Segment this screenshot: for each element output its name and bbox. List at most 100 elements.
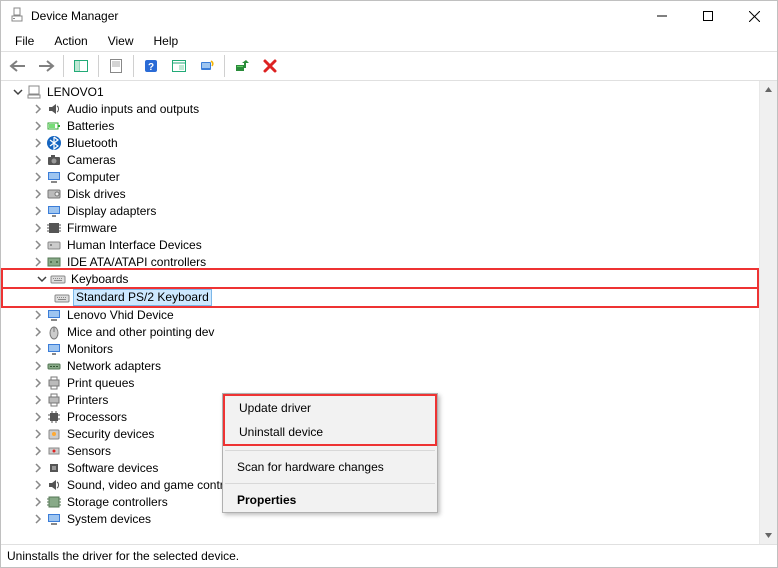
expand-icon[interactable] [31, 238, 45, 252]
toolbar: ? [1, 51, 777, 81]
tree-item-label: Bluetooth [65, 136, 120, 150]
tree-item[interactable]: Batteries [31, 117, 759, 134]
tree-root[interactable]: LENOVO1 [11, 83, 759, 100]
device-category-icon [46, 220, 62, 236]
device-category-icon [46, 135, 62, 151]
update-driver-icon[interactable] [229, 55, 255, 77]
expand-icon[interactable] [31, 102, 45, 116]
tree-item[interactable]: Audio inputs and outputs [31, 100, 759, 117]
menu-help[interactable]: Help [146, 32, 187, 50]
vertical-scrollbar[interactable] [759, 81, 777, 544]
tree-item-label: Sensors [65, 444, 113, 458]
tree-item[interactable]: Cameras [31, 151, 759, 168]
ctx-scan-hardware[interactable]: Scan for hardware changes [223, 455, 437, 479]
tree-item[interactable]: Display adapters [31, 202, 759, 219]
device-category-icon [46, 324, 62, 340]
expand-icon[interactable] [31, 495, 45, 509]
tree-item[interactable]: Bluetooth [31, 134, 759, 151]
tree-item[interactable]: Firmware [31, 219, 759, 236]
expand-icon[interactable] [31, 444, 45, 458]
ctx-update-driver[interactable]: Update driver [225, 396, 435, 420]
device-category-icon [46, 460, 62, 476]
expand-icon[interactable] [31, 308, 45, 322]
close-button[interactable] [731, 1, 777, 31]
expand-icon[interactable] [31, 187, 45, 201]
tree-item[interactable]: Computer [31, 168, 759, 185]
device-category-icon [46, 477, 62, 493]
tree-item-label: Standard PS/2 Keyboard [73, 289, 212, 306]
show-hide-tree-icon[interactable] [68, 55, 94, 77]
tree-item-child[interactable]: Standard PS/2 Keyboard [53, 289, 755, 306]
tree-item-label: Monitors [65, 342, 115, 356]
menu-file[interactable]: File [7, 32, 42, 50]
uninstall-device-icon[interactable] [257, 55, 283, 77]
tree-item[interactable]: Mice and other pointing dev [31, 323, 759, 340]
content-area: LENOVO1 Audio inputs and outputs Batterie… [1, 81, 777, 545]
device-category-icon [46, 409, 62, 425]
expand-icon[interactable] [31, 461, 45, 475]
expand-icon[interactable] [31, 376, 45, 390]
scroll-up-icon[interactable] [760, 81, 777, 98]
tree-item-label: System devices [65, 512, 153, 526]
toolbar-separator [63, 55, 64, 77]
device-category-icon [46, 254, 62, 270]
tree-item[interactable]: Human Interface Devices [31, 236, 759, 253]
tree-item-label: Computer [65, 170, 122, 184]
device-category-icon [46, 307, 62, 323]
minimize-button[interactable] [639, 1, 685, 31]
expand-icon[interactable] [31, 359, 45, 373]
device-category-icon [46, 392, 62, 408]
device-category-icon [46, 375, 62, 391]
tree-item-label: Batteries [65, 119, 116, 133]
action-icon[interactable] [166, 55, 192, 77]
properties-icon[interactable] [103, 55, 129, 77]
device-category-icon [46, 426, 62, 442]
expand-icon[interactable] [31, 136, 45, 150]
app-icon [9, 7, 25, 26]
window-title: Device Manager [31, 9, 118, 23]
device-category-icon [46, 494, 62, 510]
ctx-separator [225, 450, 435, 451]
help-icon[interactable]: ? [138, 55, 164, 77]
tree-item[interactable]: Keyboards [35, 270, 755, 287]
expand-icon[interactable] [31, 512, 45, 526]
tree-item[interactable]: Disk drives [31, 185, 759, 202]
tree-item[interactable]: Print queues [31, 374, 759, 391]
status-bar: Uninstalls the driver for the selected d… [1, 545, 777, 567]
expand-icon[interactable] [31, 342, 45, 356]
maximize-button[interactable] [685, 1, 731, 31]
expand-icon[interactable] [31, 204, 45, 218]
tree-item-label: Display adapters [65, 204, 158, 218]
expand-icon[interactable] [31, 119, 45, 133]
expand-icon[interactable] [31, 393, 45, 407]
keyboard-icon [54, 290, 70, 306]
expand-icon[interactable] [31, 410, 45, 424]
expand-icon[interactable] [31, 221, 45, 235]
toolbar-separator [224, 55, 225, 77]
scroll-down-icon[interactable] [760, 527, 777, 544]
expand-icon[interactable] [31, 325, 45, 339]
tree-item[interactable]: Network adapters [31, 357, 759, 374]
expand-icon[interactable] [31, 153, 45, 167]
expand-icon[interactable] [31, 170, 45, 184]
tree-item[interactable]: Monitors [31, 340, 759, 357]
ctx-properties[interactable]: Properties [223, 488, 437, 512]
status-text: Uninstalls the driver for the selected d… [7, 549, 239, 563]
tree-item[interactable]: Lenovo Vhid Device [31, 306, 759, 323]
back-button[interactable] [5, 55, 31, 77]
expand-icon[interactable] [31, 427, 45, 441]
collapse-icon[interactable] [35, 272, 49, 286]
menu-action[interactable]: Action [46, 32, 95, 50]
toolbar-separator [98, 55, 99, 77]
title-bar: Device Manager [1, 1, 777, 31]
collapse-icon[interactable] [11, 85, 25, 99]
expand-icon[interactable] [31, 255, 45, 269]
svg-text:?: ? [148, 62, 154, 73]
menu-bar: File Action View Help [1, 31, 777, 51]
device-category-icon [46, 341, 62, 357]
forward-button[interactable] [33, 55, 59, 77]
scan-hardware-icon[interactable] [194, 55, 220, 77]
expand-icon[interactable] [31, 478, 45, 492]
ctx-uninstall-device[interactable]: Uninstall device [225, 420, 435, 444]
menu-view[interactable]: View [100, 32, 142, 50]
